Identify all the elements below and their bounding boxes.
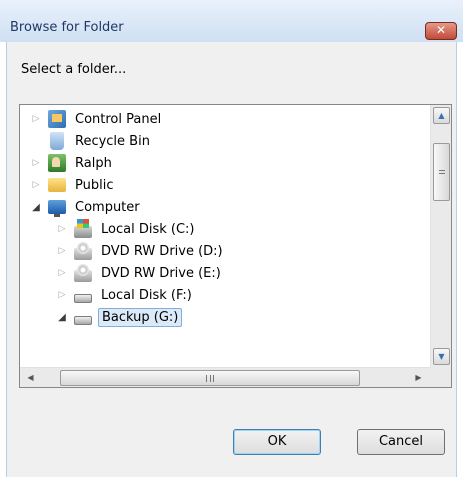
tree-item-ralph[interactable]: ▷ Ralph: [30, 152, 115, 174]
tree-item-label: Computer: [75, 199, 140, 215]
tree-item-computer[interactable]: ◢ Computer: [30, 196, 143, 218]
vertical-scroll-thumb[interactable]: [433, 143, 450, 201]
scroll-right-button[interactable]: ▶: [410, 370, 427, 386]
scroll-left-button[interactable]: ◀: [22, 370, 39, 386]
tree-item-label: Local Disk (C:): [101, 221, 195, 237]
collapse-arrow-icon[interactable]: ◢: [56, 312, 68, 323]
cancel-button[interactable]: Cancel: [357, 429, 445, 455]
tree-item-control-panel[interactable]: ▷ Control Panel: [30, 108, 164, 130]
grip-icon: [439, 173, 445, 174]
window-title: Browse for Folder: [10, 20, 124, 35]
chevron-left-icon: ◀: [27, 373, 34, 382]
select-folder-prompt: Select a folder...: [21, 62, 127, 77]
tree-item-local-disk-c[interactable]: ▷ Local Disk (C:): [56, 218, 197, 240]
tree-item-label: Control Panel: [75, 111, 162, 127]
scroll-down-button[interactable]: ▼: [433, 348, 450, 365]
tree-item-label: DVD RW Drive (D:): [101, 243, 223, 259]
expand-arrow-icon[interactable]: ▷: [30, 114, 42, 124]
expand-arrow-icon[interactable]: ▷: [30, 180, 42, 190]
folder-tree-list: ▷ Control Panel Recycle Bin ▷ Ralph ▷ Pu…: [20, 105, 430, 367]
tree-item-dvd-rw-drive-e[interactable]: ▷ DVD RW Drive (E:): [56, 262, 224, 284]
chevron-right-icon: ▶: [415, 373, 422, 382]
control-panel-icon: [48, 110, 66, 128]
title-bar[interactable]: Browse for Folder ✕: [0, 0, 463, 42]
drive-icon: [74, 293, 92, 303]
tree-item-label: Ralph: [75, 155, 112, 171]
recycle-bin-icon: [50, 132, 64, 150]
tree-item-label-selected: Backup (G:): [98, 307, 183, 327]
vertical-scrollbar[interactable]: ▲ ▼: [430, 105, 451, 367]
drive-icon: [74, 315, 92, 325]
dvd-drive-icon: [74, 264, 92, 282]
close-icon: ✕: [435, 23, 447, 37]
expand-arrow-icon[interactable]: ▷: [56, 246, 68, 256]
tree-item-label: Local Disk (F:): [101, 287, 192, 303]
expand-arrow-icon[interactable]: ▷: [56, 268, 68, 278]
dialog-body: Select a folder... ▷ Control Panel Recyc…: [6, 42, 457, 477]
scroll-up-button[interactable]: ▲: [433, 107, 450, 124]
computer-icon: [48, 200, 66, 217]
grip-icon: [439, 170, 445, 171]
ok-button[interactable]: OK: [233, 429, 321, 455]
horizontal-scroll-thumb[interactable]: [60, 370, 360, 386]
folder-tree[interactable]: ▷ Control Panel Recycle Bin ▷ Ralph ▷ Pu…: [19, 104, 452, 388]
collapse-arrow-icon[interactable]: ◢: [30, 202, 42, 213]
horizontal-scrollbar[interactable]: ◀ ▶: [20, 367, 430, 387]
expand-arrow-icon[interactable]: ▷: [56, 224, 68, 234]
close-button[interactable]: ✕: [425, 22, 457, 40]
user-folder-icon: [48, 154, 66, 172]
grip-icon: [206, 375, 214, 382]
scrollbar-corner: [430, 367, 451, 387]
tree-item-label: Recycle Bin: [75, 133, 150, 149]
tree-item-local-disk-f[interactable]: ▷ Local Disk (F:): [56, 284, 195, 306]
expand-arrow-icon[interactable]: ▷: [56, 290, 68, 300]
windows-drive-icon: [74, 219, 92, 238]
dvd-drive-icon: [74, 242, 92, 260]
tree-item-label: DVD RW Drive (E:): [101, 265, 221, 281]
tree-item-backup-g[interactable]: ◢ Backup (G:): [56, 306, 183, 328]
tree-item-recycle-bin[interactable]: Recycle Bin: [30, 130, 153, 152]
chevron-down-icon: ▼: [438, 352, 445, 361]
expand-arrow-icon[interactable]: ▷: [30, 158, 42, 168]
tree-item-dvd-rw-drive-d[interactable]: ▷ DVD RW Drive (D:): [56, 240, 226, 262]
tree-item-label: Public: [75, 177, 114, 193]
folder-icon: [48, 178, 66, 192]
browse-for-folder-dialog: Browse for Folder ✕ Select a folder... ▷…: [0, 0, 463, 477]
chevron-up-icon: ▲: [438, 111, 445, 120]
tree-item-public[interactable]: ▷ Public: [30, 174, 116, 196]
